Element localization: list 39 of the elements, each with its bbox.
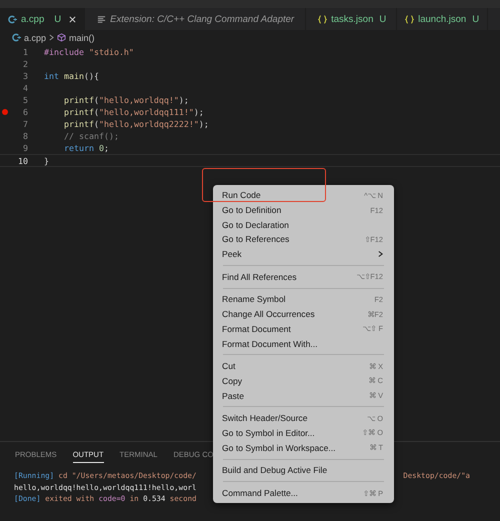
editor-tab[interactable]: a.cpp U bbox=[0, 8, 86, 30]
code-line: printf("hello,worldqq!"); bbox=[63, 95, 189, 105]
breadcrumb-item[interactable]: main() bbox=[69, 32, 95, 42]
line-number: 7 bbox=[22, 119, 28, 129]
menu-item[interactable]: Peek bbox=[213, 246, 394, 262]
cpp-file-icon bbox=[12, 33, 21, 42]
chevron-icon bbox=[378, 250, 383, 258]
line-number: 8 bbox=[22, 131, 28, 141]
code-line: #include "stdio.h" bbox=[44, 47, 134, 57]
tab-label: Extension: C/C++ Clang Command Adapter bbox=[110, 14, 294, 24]
editor-tab[interactable]: tasks.json U bbox=[306, 8, 398, 30]
breadcrumb-item[interactable]: a.cpp bbox=[24, 32, 46, 42]
line-number: 6 bbox=[22, 107, 28, 117]
braces-icon bbox=[318, 14, 328, 24]
line-number: 1 bbox=[22, 47, 28, 57]
cpp-file-icon bbox=[8, 14, 17, 24]
code-line: // scanf(); bbox=[63, 131, 119, 141]
breakpoint-dot[interactable] bbox=[2, 109, 8, 115]
code-line: int main(){ bbox=[44, 71, 99, 81]
menu-item[interactable]: Build and Debug Active File bbox=[213, 463, 394, 478]
code-line: } bbox=[44, 156, 49, 166]
braces-icon bbox=[405, 14, 414, 24]
line-number: 3 bbox=[22, 71, 28, 81]
line-number: 9 bbox=[22, 143, 28, 153]
line-number: 5 bbox=[22, 95, 28, 105]
code-line: printf("hello,worldqq111!"); bbox=[63, 107, 204, 117]
chevron-icon bbox=[49, 34, 54, 41]
line-number: 10 bbox=[17, 156, 28, 166]
editor-tab[interactable]: launch.json U bbox=[397, 8, 488, 30]
menu-item[interactable]: Format Document With... bbox=[213, 336, 394, 351]
close-icon[interactable] bbox=[69, 16, 76, 22]
line-number: 2 bbox=[22, 59, 28, 69]
code-line: printf("hello,worldqq2222!"); bbox=[63, 119, 209, 129]
editor-tab[interactable]: Extension: C/C++ Clang Command Adapter bbox=[85, 8, 306, 30]
cube-icon bbox=[57, 33, 66, 42]
line-number: 4 bbox=[22, 83, 28, 93]
document-icon bbox=[97, 14, 106, 24]
code-line: return 0; bbox=[63, 143, 109, 153]
menu-item[interactable]: Go to Declaration bbox=[213, 217, 394, 232]
